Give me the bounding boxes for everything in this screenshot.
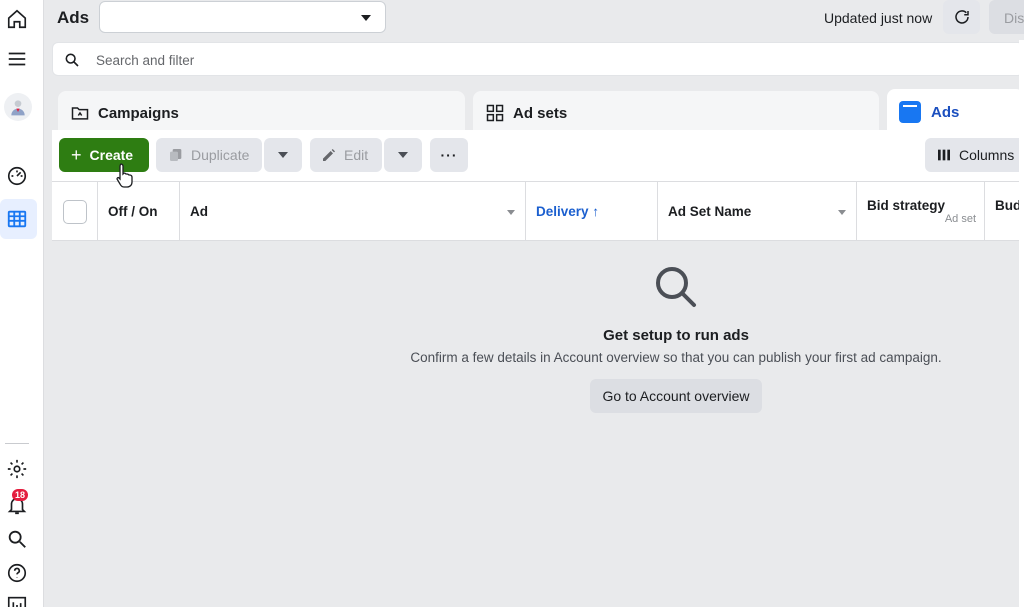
column-options-icon[interactable] xyxy=(507,210,515,215)
folder-icon xyxy=(71,107,89,120)
more-icon: ··· xyxy=(440,147,458,163)
duplicate-icon xyxy=(170,149,182,161)
account-selector-dropdown[interactable] xyxy=(99,1,386,33)
tab-ads-label: Ads xyxy=(931,103,960,121)
column-ad-set-name[interactable]: Ad Set Name xyxy=(658,182,857,240)
column-header-label: Delivery ↑ xyxy=(536,204,600,219)
refresh-button[interactable] xyxy=(943,0,980,34)
duplicate-dropdown-button[interactable] xyxy=(264,138,302,172)
column-header-label: Off / On xyxy=(108,204,158,219)
empty-state-description: Confirm a few details in Account overvie… xyxy=(410,350,942,365)
columns-button-label: Columns xyxy=(959,147,1015,163)
tab-campaigns-label: Campaigns xyxy=(98,104,179,122)
column-bid-strategy[interactable]: Bid strategy Ad set xyxy=(857,182,985,240)
chevron-down-icon xyxy=(361,15,371,21)
refresh-icon xyxy=(954,10,969,24)
pencil-icon xyxy=(323,149,335,161)
updated-status-text: Updated just now xyxy=(824,10,933,26)
help-icon[interactable] xyxy=(5,561,29,585)
magnifier-icon xyxy=(656,267,696,307)
column-header-label: Ad xyxy=(190,204,208,219)
more-actions-button[interactable]: ··· xyxy=(430,138,468,172)
avatar[interactable] xyxy=(4,93,32,121)
duplicate-button-label: Duplicate xyxy=(191,147,250,163)
go-to-account-overview-button[interactable]: Go to Account overview xyxy=(590,379,762,413)
notification-count-badge: 18 xyxy=(12,489,29,501)
column-ad[interactable]: Ad xyxy=(180,182,526,240)
rail-divider xyxy=(5,443,29,444)
discard-drafts-button[interactable]: Dis xyxy=(989,0,1024,34)
home-icon[interactable] xyxy=(5,7,29,31)
settings-gear-icon[interactable] xyxy=(5,457,29,481)
page-title: Ads xyxy=(57,8,90,27)
hand-cursor-icon xyxy=(116,163,133,188)
dashboard-gauge-icon[interactable] xyxy=(5,164,29,188)
scrollbar-edge xyxy=(1019,40,1024,607)
ads-manager-grid-icon[interactable] xyxy=(5,207,29,231)
menu-icon[interactable] xyxy=(5,47,29,71)
chevron-down-icon xyxy=(278,152,288,158)
column-off-on[interactable]: Off / On xyxy=(98,182,180,240)
create-button-label: Create xyxy=(89,147,134,163)
tab-campaigns[interactable]: Campaigns xyxy=(58,91,465,135)
tab-ads[interactable]: Ads xyxy=(887,89,1024,135)
select-all-column xyxy=(52,182,98,240)
duplicate-button[interactable]: Duplicate xyxy=(156,138,262,172)
ad-square-icon xyxy=(899,101,921,123)
chevron-down-icon xyxy=(398,152,408,158)
column-header-label: Ad Set Name xyxy=(668,204,752,219)
tab-ad-sets-label: Ad sets xyxy=(513,104,568,122)
search-and-filter-bar[interactable]: Search and filter xyxy=(52,42,1024,76)
plus-icon: + xyxy=(71,145,82,165)
search-icon xyxy=(65,53,79,67)
left-navigation-rail: 18 xyxy=(0,0,44,607)
columns-button[interactable]: Columns xyxy=(925,138,1024,172)
column-header-sublabel: Ad set xyxy=(944,213,976,225)
table-header: Off / On Ad Delivery ↑ Ad Set Name Bid s… xyxy=(52,181,1024,241)
edit-dropdown-button[interactable] xyxy=(384,138,422,172)
empty-state-title: Get setup to run ads xyxy=(603,327,749,344)
edit-button-label: Edit xyxy=(344,147,369,163)
reports-icon[interactable] xyxy=(5,593,29,607)
select-all-checkbox[interactable] xyxy=(63,200,87,224)
grid-icon xyxy=(486,104,504,122)
edit-button[interactable]: Edit xyxy=(310,138,382,172)
column-options-icon[interactable] xyxy=(838,210,846,215)
search-icon[interactable] xyxy=(5,527,29,551)
column-header-label: Bid strategy xyxy=(867,198,946,213)
column-delivery[interactable]: Delivery ↑ xyxy=(526,182,658,240)
search-input-placeholder: Search and filter xyxy=(96,53,195,68)
columns-icon xyxy=(938,149,950,161)
tab-ad-sets[interactable]: Ad sets xyxy=(473,91,879,135)
